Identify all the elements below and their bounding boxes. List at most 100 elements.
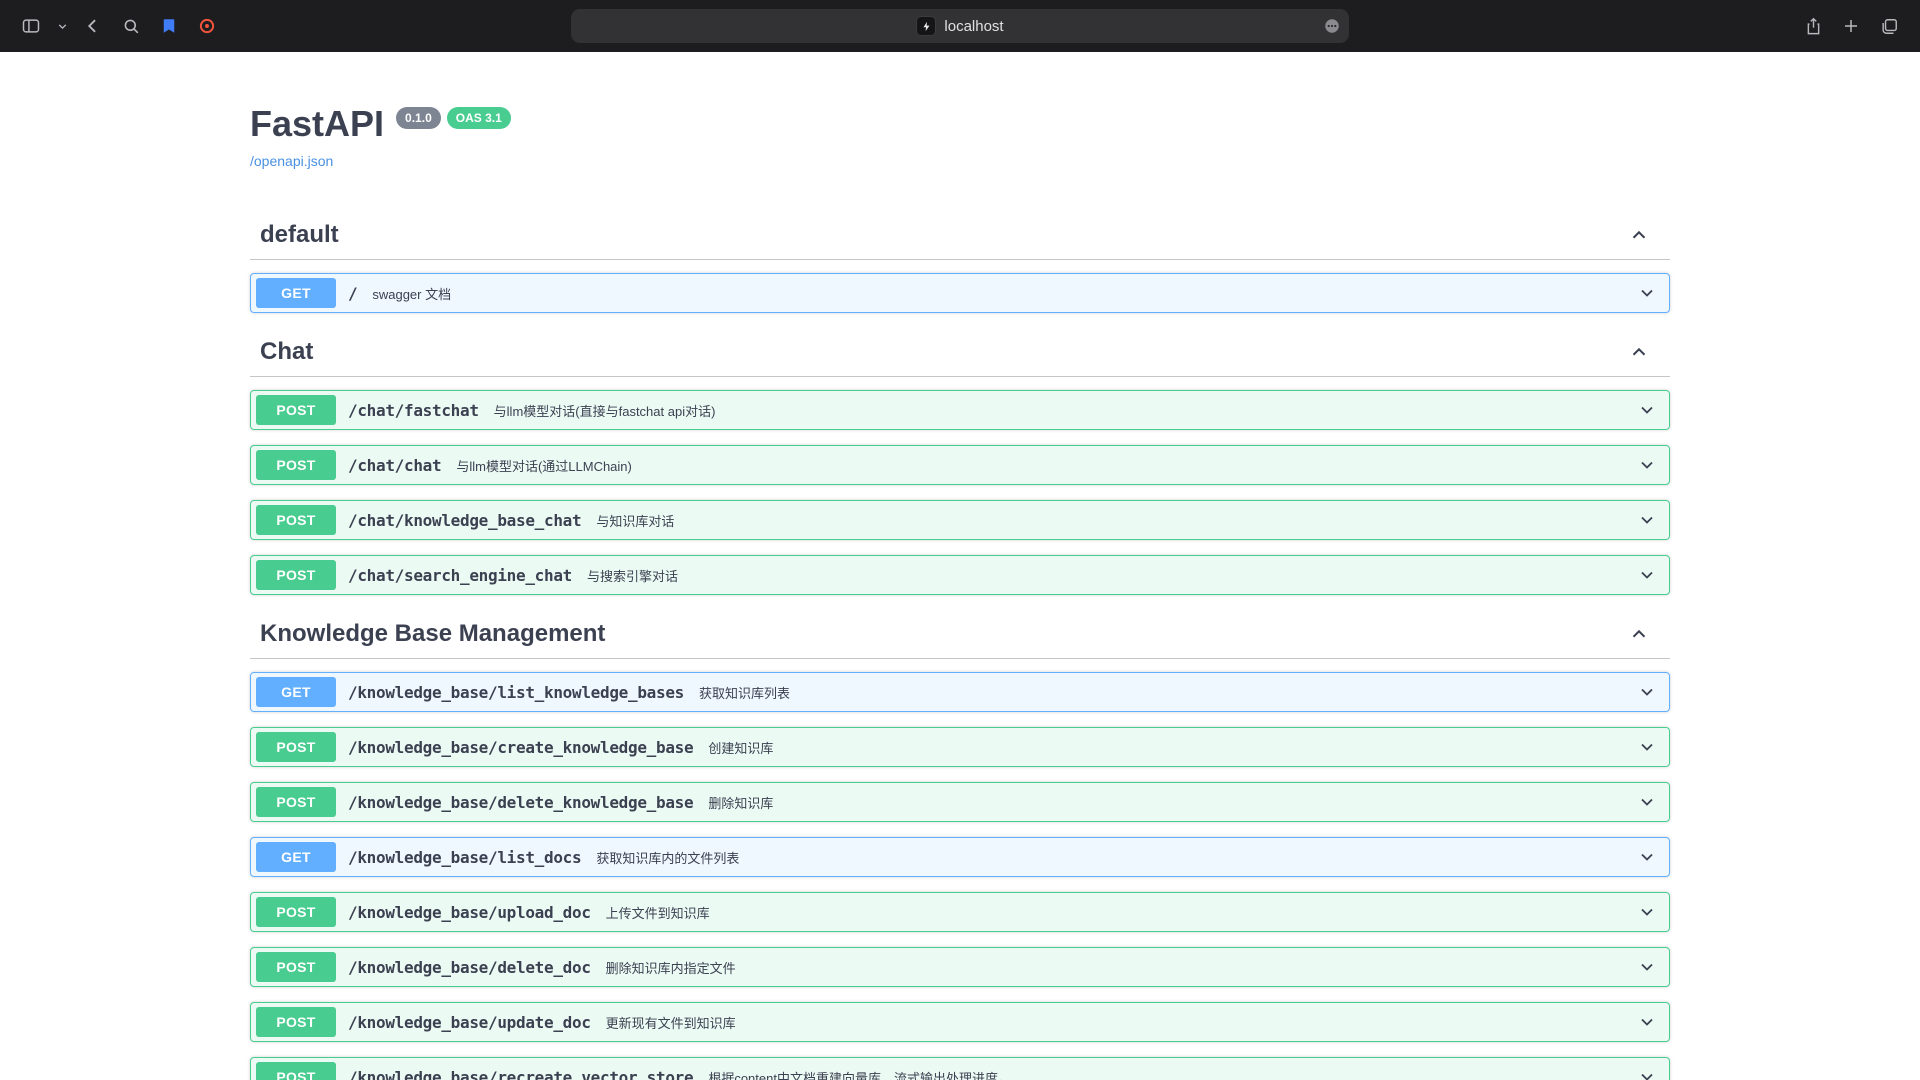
section-header[interactable]: Knowledge Base Management [250, 610, 1670, 659]
browser-toolbar: localhost [0, 0, 1920, 52]
page-menu-button[interactable] [1323, 17, 1341, 35]
operation-row[interactable]: POST /chat/search_engine_chat 与搜索引擎对话 [250, 555, 1670, 595]
operation-row[interactable]: POST /knowledge_base/delete_knowledge_ba… [250, 782, 1670, 822]
method-badge: POST [256, 450, 336, 480]
site-favicon-icon [916, 16, 936, 36]
method-badge: GET [256, 677, 336, 707]
address-bar-url: localhost [944, 18, 1003, 35]
expand-operation-chevron-down-icon[interactable] [1637, 902, 1657, 922]
section-title: Chat [260, 338, 313, 366]
expand-operation-chevron-down-icon[interactable] [1637, 682, 1657, 702]
operation-description: 获取知识库列表 [699, 683, 790, 702]
share-button[interactable] [1796, 11, 1830, 41]
section-header[interactable]: default [250, 211, 1670, 260]
operation-description: 上传文件到知识库 [606, 903, 710, 922]
operation-path: /knowledge_base/update_doc [348, 1013, 591, 1032]
title-badges: 0.1.0 OAS 3.1 [396, 107, 511, 129]
operation-path: /knowledge_base/delete_knowledge_base [348, 793, 693, 812]
openapi-spec-link[interactable]: /openapi.json [250, 153, 333, 169]
version-badge: 0.1.0 [396, 107, 441, 129]
expand-operation-chevron-down-icon[interactable] [1637, 1012, 1657, 1032]
expand-operation-chevron-down-icon[interactable] [1637, 1067, 1657, 1080]
operation-path: /knowledge_base/list_knowledge_bases [348, 683, 684, 702]
operation-description: 删除知识库内指定文件 [606, 958, 736, 977]
api-section: Knowledge Base Management GET /knowledge… [250, 610, 1670, 1080]
operation-path: /chat/search_engine_chat [348, 566, 572, 585]
operation-description: 根据content中文档重建向量库，流式输出处理进度。 [708, 1068, 1011, 1080]
page-title: FastAPI [250, 104, 384, 144]
section-operations: GET / swagger 文档 [250, 260, 1670, 328]
operation-row[interactable]: POST /chat/knowledge_base_chat 与知识库对话 [250, 500, 1670, 540]
method-badge: POST [256, 897, 336, 927]
operation-description: 创建知识库 [708, 738, 773, 757]
method-badge: GET [256, 278, 336, 308]
method-badge: POST [256, 505, 336, 535]
operation-row[interactable]: POST /knowledge_base/upload_doc 上传文件到知识库 [250, 892, 1670, 932]
extension-target-icon[interactable] [190, 11, 224, 41]
operation-row[interactable]: POST /knowledge_base/delete_doc 删除知识库内指定… [250, 947, 1670, 987]
operation-path: /knowledge_base/create_knowledge_base [348, 738, 693, 757]
operation-description: 更新现有文件到知识库 [606, 1013, 736, 1032]
operation-row[interactable]: POST /chat/fastchat 与llm模型对话(直接与fastchat… [250, 390, 1670, 430]
sidebar-toggle-button[interactable] [14, 11, 48, 41]
method-badge: POST [256, 732, 336, 762]
expand-operation-chevron-down-icon[interactable] [1637, 737, 1657, 757]
section-operations: GET /knowledge_base/list_knowledge_bases… [250, 659, 1670, 1080]
method-badge: GET [256, 842, 336, 872]
expand-operation-chevron-down-icon[interactable] [1637, 283, 1657, 303]
toolbar-left-group [14, 11, 224, 41]
tab-overview-button[interactable] [1872, 11, 1906, 41]
operation-row[interactable]: GET /knowledge_base/list_docs 获取知识库内的文件列… [250, 837, 1670, 877]
operation-description: 获取知识库内的文件列表 [596, 848, 739, 867]
operation-row[interactable]: POST /knowledge_base/create_knowledge_ba… [250, 727, 1670, 767]
expand-operation-chevron-down-icon[interactable] [1637, 565, 1657, 585]
api-section: Chat POST /chat/fastchat 与llm模型对话(直接与fas… [250, 328, 1670, 610]
search-button[interactable] [114, 11, 148, 41]
swagger-page: FastAPI 0.1.0 OAS 3.1 /openapi.json defa… [0, 52, 1920, 1080]
method-badge: POST [256, 952, 336, 982]
operation-path: /knowledge_base/recreate_vector_store [348, 1068, 693, 1080]
method-badge: POST [256, 787, 336, 817]
extension-bookmark-icon[interactable] [152, 11, 186, 41]
address-bar[interactable]: localhost [571, 9, 1349, 43]
operation-description: 与llm模型对话(通过LLMChain) [456, 456, 632, 475]
new-tab-button[interactable] [1834, 11, 1868, 41]
section-header[interactable]: Chat [250, 328, 1670, 377]
section-title: Knowledge Base Management [260, 620, 605, 648]
operation-path: /knowledge_base/delete_doc [348, 958, 591, 977]
operation-path: /knowledge_base/list_docs [348, 848, 581, 867]
collapse-section-chevron-up-icon[interactable] [1628, 224, 1650, 246]
operation-description: swagger 文档 [372, 284, 451, 303]
operation-description: 删除知识库 [708, 793, 773, 812]
collapse-section-chevron-up-icon[interactable] [1628, 623, 1650, 645]
api-info: FastAPI 0.1.0 OAS 3.1 /openapi.json [250, 52, 1670, 171]
method-badge: POST [256, 1062, 336, 1080]
expand-operation-chevron-down-icon[interactable] [1637, 957, 1657, 977]
operation-row[interactable]: GET /knowledge_base/list_knowledge_bases… [250, 672, 1670, 712]
expand-operation-chevron-down-icon[interactable] [1637, 847, 1657, 867]
operation-row[interactable]: POST /knowledge_base/update_doc 更新现有文件到知… [250, 1002, 1670, 1042]
method-badge: POST [256, 395, 336, 425]
operation-path: /knowledge_base/upload_doc [348, 903, 591, 922]
expand-operation-chevron-down-icon[interactable] [1637, 400, 1657, 420]
expand-operation-chevron-down-icon[interactable] [1637, 510, 1657, 530]
operation-description: 与知识库对话 [596, 511, 674, 530]
section-operations: POST /chat/fastchat 与llm模型对话(直接与fastchat… [250, 377, 1670, 610]
operation-path: / [348, 284, 357, 303]
expand-operation-chevron-down-icon[interactable] [1637, 455, 1657, 475]
expand-operation-chevron-down-icon[interactable] [1637, 792, 1657, 812]
operation-description: 与搜索引擎对话 [587, 566, 678, 585]
operation-row[interactable]: POST /knowledge_base/recreate_vector_sto… [250, 1057, 1670, 1080]
method-badge: POST [256, 1007, 336, 1037]
sidebar-chevron-down-icon[interactable] [52, 11, 72, 41]
operation-description: 与llm模型对话(直接与fastchat api对话) [494, 401, 716, 420]
api-sections: default GET / swagger 文档 Chat [250, 211, 1670, 1080]
collapse-section-chevron-up-icon[interactable] [1628, 341, 1650, 363]
toolbar-right-group [1796, 11, 1906, 41]
section-title: default [260, 221, 339, 249]
operation-row[interactable]: GET / swagger 文档 [250, 273, 1670, 313]
operation-row[interactable]: POST /chat/chat 与llm模型对话(通过LLMChain) [250, 445, 1670, 485]
oas-badge: OAS 3.1 [447, 107, 511, 129]
back-button[interactable] [76, 11, 110, 41]
method-badge: POST [256, 560, 336, 590]
